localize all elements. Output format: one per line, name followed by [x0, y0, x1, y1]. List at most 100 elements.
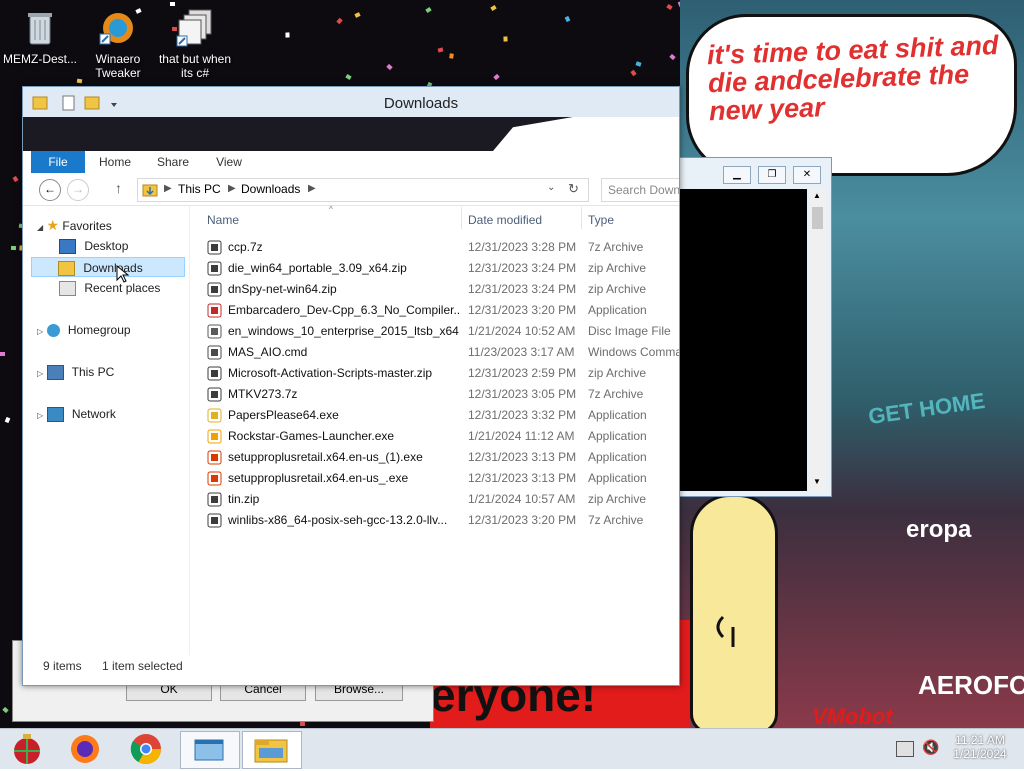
file-row[interactable]: Embarcadero_Dev-Cpp_6.3_No_Compiler... 12…	[207, 300, 679, 321]
tab-home[interactable]: Home	[93, 151, 137, 173]
desktop-icon-label: that but when its c#	[158, 52, 232, 80]
nav-homegroup[interactable]: ▷ Homegroup	[37, 320, 131, 340]
nav-this-pc[interactable]: ▷ This PC	[37, 362, 114, 382]
column-header-date[interactable]: Date modified	[468, 213, 542, 227]
selection-count: 1 item selected	[102, 659, 183, 673]
file-name: die_win64_portable_3.09_x64.zip	[228, 261, 407, 275]
volume-muted-icon[interactable]: 🔇	[922, 739, 939, 756]
confetti-piece	[169, 1, 176, 7]
shortcut-icon	[175, 8, 215, 48]
confetti-piece	[10, 245, 17, 251]
file-row[interactable]: MAS_AIO.cmd 11/23/2023 3:17 AM Windows Com…	[207, 342, 679, 363]
file-row[interactable]: winlibs-x86_64-posix-seh-gcc-13.2.0-llv.…	[207, 510, 679, 531]
network-tray-icon[interactable]	[896, 741, 914, 757]
item-count: 9 items	[43, 659, 82, 673]
chevron-right-icon[interactable]: ▶	[308, 183, 316, 194]
desktop-icon	[59, 239, 76, 255]
search-input[interactable]: Search Downloads	[601, 178, 679, 202]
console-scrollbar[interactable]: ▲ ▼	[809, 189, 826, 491]
desktop-icon-csharp[interactable]: that but when its c#	[155, 8, 235, 80]
desktop-icon-memz[interactable]: MEMZ-Dest...	[0, 8, 80, 66]
explorer-window[interactable]: Downloads File Home Share View ← → ↑ ▶ T…	[22, 86, 680, 686]
firefox-icon	[71, 735, 99, 763]
console-output[interactable]	[680, 189, 807, 491]
file-date: 12/31/2023 2:59 PM	[468, 366, 577, 380]
confetti-piece	[2, 706, 9, 714]
file-type: zip Archive	[588, 492, 647, 506]
tab-share[interactable]: Share	[151, 151, 195, 173]
console-window[interactable]: ▁ ❐ ✕ ▲ ▼	[677, 157, 832, 497]
confetti-piece	[354, 12, 361, 18]
file-row[interactable]: dnSpy-net-win64.zip 12/31/2023 3:24 PM zip…	[207, 279, 679, 300]
nav-network[interactable]: ▷ Network	[37, 404, 116, 424]
desktop-icon-winaero[interactable]: Winaero Tweaker	[78, 8, 158, 80]
scroll-up-arrow-icon[interactable]: ▲	[813, 191, 821, 200]
history-dropdown-icon[interactable]: ⌄	[547, 182, 555, 193]
firefox-taskbar-button[interactable]	[56, 731, 114, 767]
window-switcher-taskbar-button[interactable]	[180, 731, 240, 769]
back-arrow-icon[interactable]: ←	[39, 179, 61, 201]
start-button[interactable]	[0, 731, 58, 767]
close-button[interactable]: ✕	[793, 166, 821, 184]
file-row[interactable]: MTKV273.7z 12/31/2023 3:05 PM 7z Archive	[207, 384, 679, 405]
column-header-name[interactable]: Name	[207, 213, 239, 227]
file-explorer-icon	[254, 739, 288, 763]
column-divider[interactable]	[461, 207, 462, 229]
nav-desktop[interactable]: Desktop	[59, 236, 128, 256]
expand-arrow-icon[interactable]: ◢	[37, 223, 43, 232]
file-type: Application	[588, 408, 647, 422]
nav-label: This PC	[71, 365, 115, 379]
file-type: zip Archive	[588, 261, 647, 275]
forward-arrow-icon[interactable]: →	[67, 179, 89, 201]
chevron-right-icon[interactable]: ▶	[228, 183, 236, 194]
file-row[interactable]: PapersPlease64.exe 12/31/2023 3:32 PM Appl…	[207, 405, 679, 426]
file-type: 7z Archive	[588, 513, 644, 527]
confetti-piece	[4, 416, 11, 424]
window-icon	[194, 739, 224, 761]
address-bar[interactable]: ▶ This PC ▶ Downloads ▶ ⌄ ↻	[137, 178, 589, 202]
file-row[interactable]: ccp.7z 12/31/2023 3:28 PM 7z Archive	[207, 237, 679, 258]
file-row[interactable]: en_windows_10_enterprise_2015_ltsb_x64..…	[207, 321, 679, 342]
file-list[interactable]: ^ Name Date modified Type ccp.7z 12/31/20…	[199, 205, 679, 655]
file-date: 12/31/2023 3:13 PM	[468, 471, 577, 485]
restore-button[interactable]: ❐	[758, 166, 786, 184]
file-row[interactable]: die_win64_portable_3.09_x64.zip 12/31/202…	[207, 258, 679, 279]
tab-view[interactable]: View	[209, 151, 249, 173]
expand-arrow-icon[interactable]: ▷	[37, 411, 43, 420]
clock-date: 1/21/2024	[953, 747, 1007, 761]
tab-file[interactable]: File	[31, 151, 85, 173]
office-icon	[207, 471, 222, 486]
up-arrow-icon[interactable]: ↑	[115, 180, 122, 196]
file-row[interactable]: setupproplusretail.x64.en-us_.exe 12/31/2…	[207, 468, 679, 489]
scroll-down-arrow-icon[interactable]: ▼	[813, 477, 821, 486]
expand-arrow-icon[interactable]: ▷	[37, 327, 43, 336]
address-segment-downloads[interactable]: Downloads	[241, 182, 300, 196]
scrollbar-thumb[interactable]	[812, 207, 823, 229]
column-divider[interactable]	[581, 207, 582, 229]
file-explorer-taskbar-button[interactable]	[242, 731, 302, 769]
desktop-icon-label: Winaero Tweaker	[95, 52, 141, 80]
file-row[interactable]: setupproplusretail.x64.en-us_(1).exe 12/3…	[207, 447, 679, 468]
status-bar: 9 items 1 item selected	[23, 655, 679, 685]
minimize-button[interactable]: ▁	[723, 166, 751, 184]
nav-favorites[interactable]: ◢ ★ Favorites	[37, 215, 112, 235]
confetti-piece	[669, 53, 676, 61]
chevron-right-icon[interactable]: ▶	[164, 183, 172, 194]
expand-arrow-icon[interactable]: ▷	[37, 369, 43, 378]
file-type: 7z Archive	[588, 240, 644, 254]
nav-downloads[interactable]: Downloads	[31, 257, 185, 277]
file-date: 12/31/2023 3:20 PM	[468, 303, 577, 317]
address-segment-thispc[interactable]: This PC	[178, 182, 221, 196]
nav-recent-places[interactable]: Recent places	[59, 278, 160, 298]
column-header-type[interactable]: Type	[588, 213, 614, 227]
file-row[interactable]: Microsoft-Activation-Scripts-master.zip 1…	[207, 363, 679, 384]
chrome-taskbar-button[interactable]	[117, 731, 175, 767]
file-row[interactable]: tin.zip 1/21/2024 10:57 AM zip Archive	[207, 489, 679, 510]
nav-label: Network	[71, 407, 116, 421]
refresh-icon[interactable]: ↻	[568, 181, 579, 197]
cmd-icon	[207, 345, 222, 360]
ribbon-tabs: File Home Share View	[23, 151, 679, 173]
system-clock[interactable]: 11:21 AM 1/21/2024	[940, 733, 1020, 761]
title-bar[interactable]: Downloads	[23, 87, 679, 117]
file-row[interactable]: Rockstar-Games-Launcher.exe 1/21/2024 11:…	[207, 426, 679, 447]
